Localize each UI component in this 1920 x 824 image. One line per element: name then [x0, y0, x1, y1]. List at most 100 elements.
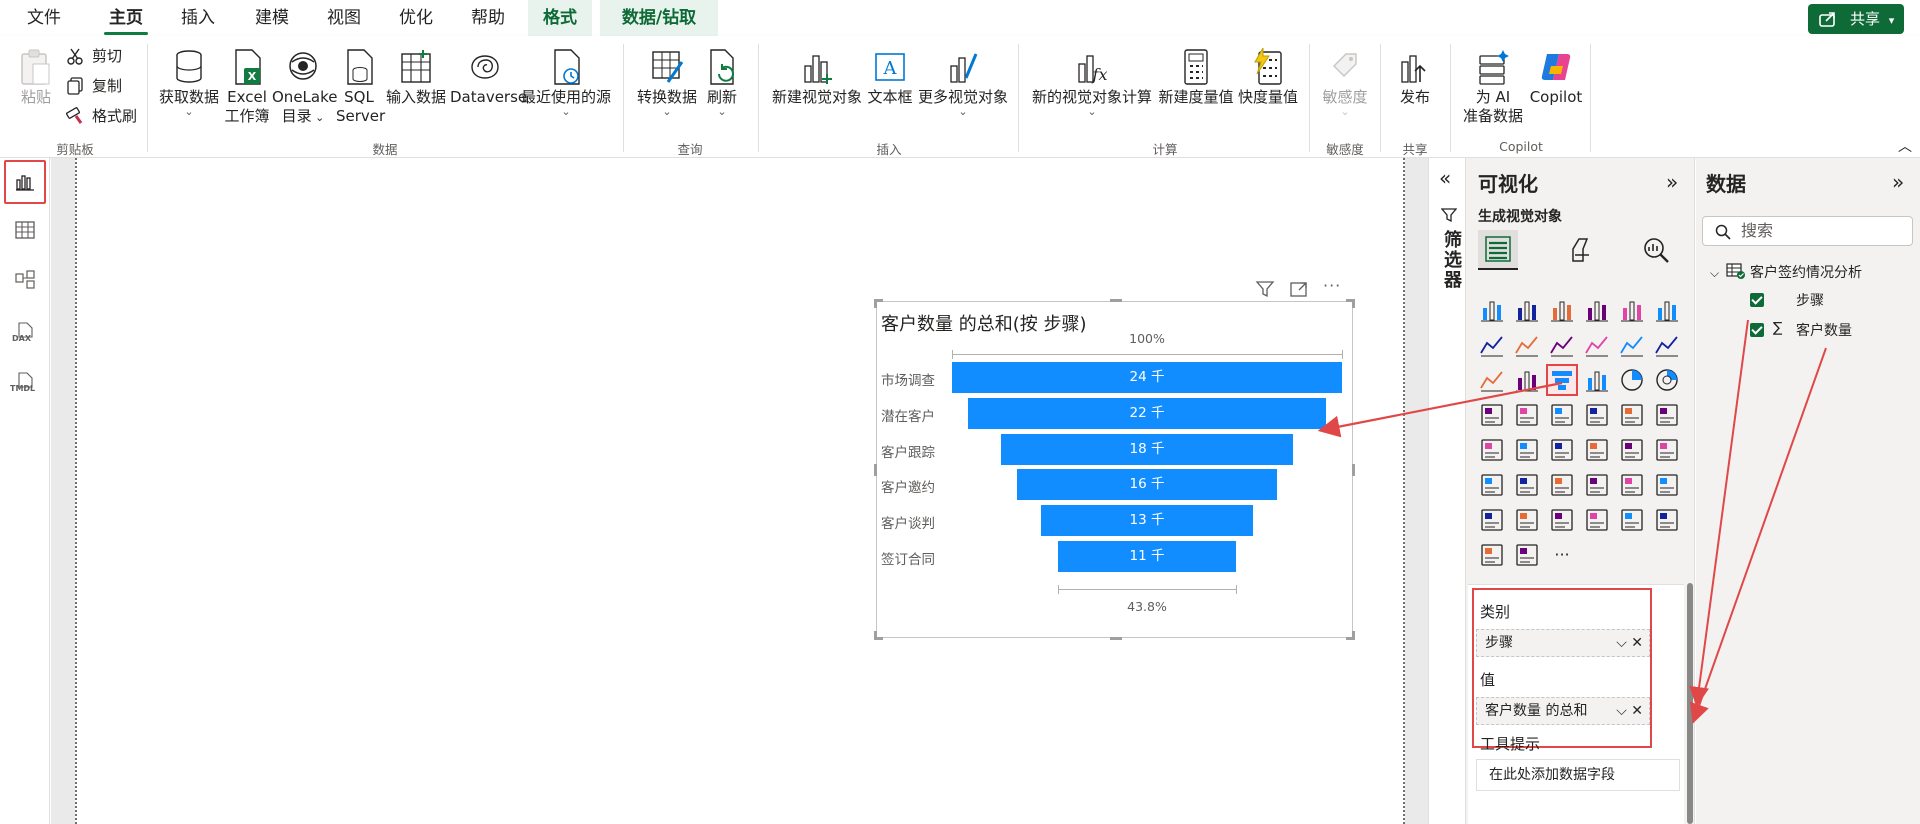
- menu-view[interactable]: 视图: [318, 0, 370, 36]
- narrative-visual-icon[interactable]: [1618, 471, 1646, 499]
- more-visual-icon[interactable]: ···: [1548, 541, 1576, 569]
- format-visual-tab[interactable]: [1560, 230, 1600, 270]
- funnel-visual[interactable]: ··· 客户数量 的总和(按 步骤) 100% 市场调查 24 千潜在客户 22 千客…: [874, 276, 1355, 640]
- report-page[interactable]: ··· 客户数量 的总和(按 步骤) 100% 市场调查 24 千潜在客户 22 千客…: [75, 158, 1405, 824]
- waterfall-visual-icon[interactable]: [1513, 366, 1541, 394]
- more-visuals-button[interactable]: 更多视觉对象 ⌄: [916, 48, 1010, 117]
- field-checkbox-step[interactable]: [1750, 293, 1764, 307]
- stacked-column-visual-icon[interactable]: [1513, 296, 1541, 324]
- focus-mode-icon[interactable]: [1289, 280, 1309, 298]
- category-well-field[interactable]: 步骤 ⌵ ✕: [1476, 629, 1650, 657]
- resize-handle[interactable]: [1110, 299, 1122, 302]
- publish-button[interactable]: 发布: [1388, 48, 1442, 107]
- get-data-button[interactable]: 获取数据 ⌄: [158, 48, 220, 117]
- dax-query-view-button[interactable]: DAX: [4, 308, 46, 352]
- filter-icon[interactable]: [1255, 280, 1275, 298]
- menu-modeling[interactable]: 建模: [246, 0, 298, 36]
- resize-handle[interactable]: [1352, 631, 1355, 640]
- sensitivity-button[interactable]: 敏感度 ⌄: [1316, 48, 1374, 117]
- copy-button[interactable]: 复制: [66, 76, 122, 96]
- key-influencers-visual-icon[interactable]: [1513, 471, 1541, 499]
- arcgis-visual-icon[interactable]: [1653, 506, 1681, 534]
- metrics-visual-icon[interactable]: [1653, 471, 1681, 499]
- menu-help[interactable]: 帮助: [462, 0, 514, 36]
- funnel-bar[interactable]: 11 千: [1057, 541, 1237, 572]
- resize-handle[interactable]: [1352, 464, 1355, 476]
- field-controls[interactable]: ⌵ ✕: [1616, 630, 1643, 656]
- textbox-button[interactable]: A 文本框: [866, 48, 914, 107]
- funnel-bar[interactable]: 13 千: [1041, 505, 1253, 537]
- pie-visual-icon[interactable]: [1618, 366, 1646, 394]
- excel-workbook-button[interactable]: X Excel 工作簿: [222, 48, 272, 126]
- menu-file[interactable]: 文件: [18, 0, 70, 36]
- filters-pane-collapsed[interactable]: « 筛选器: [1428, 158, 1466, 824]
- table-visual-icon[interactable]: [1583, 436, 1611, 464]
- onelake-catalog-button[interactable]: OneLake 目录 ⌄: [272, 48, 337, 127]
- resize-handle[interactable]: [874, 299, 877, 308]
- resize-handle[interactable]: [874, 631, 877, 640]
- funnel-bar[interactable]: 16 千: [1017, 469, 1277, 501]
- paginated-visual-icon[interactable]: [1478, 506, 1506, 534]
- field-customer-count[interactable]: 客户数量: [1796, 320, 1852, 340]
- data-search-input[interactable]: 搜索: [1702, 216, 1913, 246]
- model-view-button[interactable]: [4, 258, 46, 302]
- line-clustered-visual-icon[interactable]: [1653, 331, 1681, 359]
- scatter-visual-icon[interactable]: [1583, 366, 1611, 394]
- clustered-column-visual-icon[interactable]: [1583, 296, 1611, 324]
- report-canvas[interactable]: ··· 客户数量 的总和(按 步骤) 100% 市场调查 24 千潜在客户 22 千客…: [51, 158, 1428, 824]
- funnel-bar[interactable]: 24 千: [952, 362, 1342, 393]
- power-automate-visual-icon[interactable]: [1548, 506, 1576, 534]
- line-visual-icon[interactable]: [1478, 331, 1506, 359]
- qa-visual-icon[interactable]: [1583, 471, 1611, 499]
- 100-area-visual-icon[interactable]: [1583, 331, 1611, 359]
- stacked-bar-visual-icon[interactable]: [1478, 296, 1506, 324]
- format-painter-button[interactable]: 格式刷: [66, 106, 137, 126]
- refresh-button[interactable]: 刷新 ⌄: [702, 48, 742, 117]
- r-script-visual-icon[interactable]: [1653, 436, 1681, 464]
- menu-insert[interactable]: 插入: [172, 0, 224, 36]
- menu-format[interactable]: 格式: [528, 0, 592, 36]
- resize-handle[interactable]: [874, 464, 877, 476]
- slicer-visual-icon[interactable]: [1548, 436, 1576, 464]
- tmdl-view-button[interactable]: TMDL: [4, 358, 46, 402]
- map-visual-icon[interactable]: [1513, 401, 1541, 429]
- table-node[interactable]: ⌵ 客户签约情况分析: [1710, 262, 1862, 282]
- recent-sources-button[interactable]: 最近使用的源 ⌄: [520, 48, 612, 117]
- value-well-field[interactable]: 客户数量 的总和 ⌵ ✕: [1476, 697, 1650, 725]
- 100-bar-visual-icon[interactable]: [1618, 296, 1646, 324]
- stacked-area-visual-icon[interactable]: [1548, 331, 1576, 359]
- collapse-pane-icon[interactable]: »: [1666, 170, 1678, 194]
- new-visual-calc-button[interactable]: fx 新的视觉对象计算 ⌄: [1030, 48, 1154, 117]
- decomposition-tree-visual-icon[interactable]: [1548, 471, 1576, 499]
- matrix-visual-icon[interactable]: [1618, 436, 1646, 464]
- copilot-button[interactable]: Copilot: [1526, 48, 1586, 107]
- analytics-tab[interactable]: [1636, 230, 1676, 270]
- quick-measure-button[interactable]: 快度量值: [1236, 48, 1300, 107]
- resize-handle[interactable]: [1110, 637, 1122, 640]
- field-checkbox-count[interactable]: [1750, 323, 1764, 337]
- cut-button[interactable]: 剪切: [66, 46, 122, 66]
- more-options-icon[interactable]: ···: [1323, 276, 1341, 295]
- menu-home[interactable]: 主页: [100, 0, 152, 36]
- share-button[interactable]: 共享 ▾: [1808, 4, 1904, 34]
- tooltip-well-drop[interactable]: 在此处添加数据字段: [1476, 759, 1680, 791]
- enter-data-button[interactable]: 输入数据: [384, 48, 448, 107]
- power-apps-visual-icon[interactable]: [1513, 506, 1541, 534]
- expand-filters-icon[interactable]: «: [1439, 166, 1451, 190]
- paste-button[interactable]: 粘贴: [14, 48, 58, 107]
- kpi-visual-icon[interactable]: [1513, 436, 1541, 464]
- gauge-visual-icon[interactable]: [1618, 401, 1646, 429]
- donut-visual-icon[interactable]: [1653, 366, 1681, 394]
- card-visual-icon[interactable]: [1653, 401, 1681, 429]
- dataverse-button[interactable]: Dataverse: [450, 48, 527, 107]
- table-view-button[interactable]: [4, 208, 46, 252]
- area-visual-icon[interactable]: [1513, 331, 1541, 359]
- build-visual-tab[interactable]: [1478, 230, 1518, 270]
- pane-scrollbar[interactable]: [1687, 583, 1693, 824]
- funnel-bar[interactable]: 22 千: [968, 397, 1326, 429]
- prep-data-for-ai-button[interactable]: 为 AI 准备数据: [1458, 48, 1528, 126]
- collapse-data-pane-icon[interactable]: »: [1892, 170, 1904, 194]
- line-column-visual-icon[interactable]: [1618, 331, 1646, 359]
- sql-server-button[interactable]: SQL Server: [336, 48, 385, 126]
- python-visual-icon[interactable]: [1478, 471, 1506, 499]
